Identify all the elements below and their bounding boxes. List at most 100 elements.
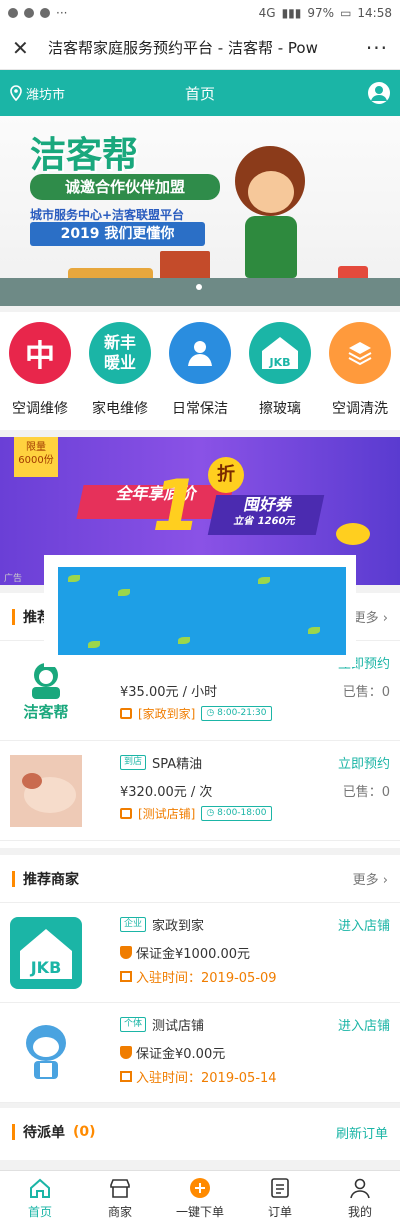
category-appliance-repair[interactable]: 新丰暖业 家电维修: [80, 312, 160, 430]
leaf-decoration: [118, 589, 130, 596]
section-accent-bar: [12, 870, 15, 887]
svg-text:洁客帮: 洁客帮: [23, 703, 68, 721]
promo-discount-badge: 折: [208, 457, 244, 493]
section-title-text: 待派单: [23, 1125, 65, 1141]
ad-label: 广告: [4, 574, 23, 584]
category-window-cleaning[interactable]: JKB 擦玻璃: [240, 312, 320, 430]
more-menu-icon[interactable]: ···: [362, 36, 388, 60]
clock: 14:58: [357, 6, 392, 20]
city-selector[interactable]: 潍坊市: [10, 84, 65, 103]
bottom-tab-bar: 首页 商家 一键下单 订单 我的: [0, 1170, 400, 1225]
carousel-indicator[interactable]: [196, 284, 202, 290]
merchant-logo: JKB: [10, 917, 82, 989]
category-label: 空调维修: [12, 401, 68, 417]
enter-store-button[interactable]: 进入店铺: [338, 1015, 390, 1034]
app-header: 潍坊市 首页: [0, 70, 400, 116]
signal-icon: ▮▮▮: [281, 6, 302, 20]
merchant-type-tag: 企业: [120, 917, 147, 932]
section-accent-bar: [12, 1124, 15, 1140]
browser-title-bar: ✕ 洁客帮家庭服务预约平台 - 洁客帮 - Pow ···: [0, 26, 400, 70]
home-icon: [30, 1178, 50, 1198]
tab-home[interactable]: 首页: [0, 1171, 80, 1225]
promo-right-text: 囤好券 立省 1260元: [207, 495, 325, 535]
banner-line3: 2019 我们更懂你: [30, 222, 205, 246]
calendar-icon: [120, 971, 132, 982]
section-title-text: 推荐商家: [23, 871, 79, 888]
coin-illustration: [336, 523, 370, 545]
promo-right-title: 囤好券: [242, 495, 295, 514]
plus-icon: [190, 1177, 210, 1198]
category-daily-cleaning[interactable]: 日常保洁: [160, 312, 240, 430]
shield-icon: [120, 1046, 132, 1059]
more-dots-icon: ···: [56, 6, 68, 20]
service-item[interactable]: 到店 SPA精油 ¥320.00元 / 次 [测试店铺] ◷ 8:00-18:0…: [0, 741, 400, 841]
person-icon: [169, 322, 231, 384]
notification-icon: [8, 8, 18, 18]
cleaner-body-illustration: [245, 216, 297, 278]
merchant-deposit: 保证金¥1000.00元: [120, 943, 250, 962]
sold-count: 已售：0: [342, 685, 390, 700]
calendar-icon: [120, 1071, 132, 1082]
city-label: 潍坊市: [26, 87, 66, 103]
promo-right-sub: 立省 1260元: [232, 516, 297, 527]
pending-orders-section: 待派单 (0) 刷新订单: [0, 1108, 400, 1160]
list-icon: [271, 1177, 289, 1198]
status-left: ···: [8, 6, 67, 20]
user-icon: [350, 1178, 370, 1198]
service-thumbnail: [10, 755, 82, 827]
section-title: 推荐商家: [12, 869, 79, 889]
status-bar: ··· 4G ▮▮▮ 97% ▭ 14:58: [0, 0, 400, 26]
merchant-name: 家政到家: [152, 919, 205, 934]
merchant-tagline: 企业 家政到家: [120, 915, 204, 934]
category-label: 日常保洁: [172, 401, 228, 417]
service-shop: [测试店铺] ◷ 8:00-18:00: [120, 805, 272, 822]
category-ac-cleaning[interactable]: 空调清洗: [320, 312, 400, 430]
book-now-button[interactable]: 立即预约: [338, 753, 390, 772]
section-header: 待派单 (0) 刷新订单: [0, 1108, 400, 1156]
leaf-decoration: [308, 627, 320, 634]
notification-icon: [40, 8, 50, 18]
banner-line2: 城市服务中心+洁客联盟平台: [30, 208, 185, 222]
shop-name[interactable]: [家政到家]: [138, 705, 195, 722]
enter-store-button[interactable]: 进入店铺: [338, 915, 390, 934]
ac-repair-icon: 中: [9, 322, 71, 384]
leaf-decoration: [68, 575, 80, 582]
tv-illustration: [160, 251, 210, 281]
promo-big-number: 1: [152, 465, 201, 547]
service-type-tag: 到店: [120, 755, 147, 770]
more-link[interactable]: 更多 ›: [353, 607, 388, 626]
category-ac-repair[interactable]: 中 空调维修: [0, 312, 80, 430]
merchant-item[interactable]: 个体 测试店铺 保证金¥0.00元 入驻时间：2019-05-14 进入店铺: [0, 1003, 400, 1103]
battery-icon: ▭: [340, 6, 352, 20]
pending-count: (0): [73, 1124, 96, 1140]
user-avatar-icon[interactable]: [368, 82, 390, 104]
hours-tag: ◷ 8:00-18:00: [201, 806, 272, 821]
browser-title: 洁客帮家庭服务预约平台 - 洁客帮 - Pow: [48, 39, 318, 57]
shop-name[interactable]: [测试店铺]: [138, 805, 195, 822]
hero-banner[interactable]: 洁客帮 诚邀合作伙伴加盟 城市服务中心+洁客联盟平台 2019 我们更懂你: [0, 116, 400, 306]
service-tagline: 到店 SPA精油: [120, 753, 202, 772]
leaf-decoration: [258, 577, 270, 584]
layers-icon: [329, 322, 391, 384]
merchant-item[interactable]: JKB 企业 家政到家 保证金¥1000.00元 入驻时间：2019-05-09…: [0, 903, 400, 1003]
more-link[interactable]: 更多 ›: [353, 869, 388, 888]
refresh-orders-button[interactable]: 刷新订单: [336, 1123, 388, 1142]
recommend-merchants-section: 推荐商家 更多 › JKB 企业 家政到家 保证金¥1000.00元 入驻时间：…: [0, 855, 400, 1103]
hours-tag: ◷ 8:00-21:30: [201, 706, 272, 721]
tab-quick-order[interactable]: 一键下单: [160, 1171, 240, 1225]
merchant-since: 入驻时间：2019-05-14: [120, 1067, 277, 1086]
category-label: 擦玻璃: [259, 401, 301, 417]
tab-profile[interactable]: 我的: [320, 1171, 400, 1225]
close-icon[interactable]: ✕: [12, 36, 38, 60]
store-icon: [110, 1178, 130, 1198]
tab-orders[interactable]: 订单: [240, 1171, 320, 1225]
network-label: 4G: [258, 6, 276, 20]
section-accent-bar: [12, 608, 15, 625]
merchant-logo: [10, 1017, 82, 1089]
svg-text:JKB: JKB: [30, 958, 62, 977]
ad-overlay[interactable]: [44, 555, 356, 667]
svg-text:JKB: JKB: [268, 356, 290, 369]
tab-merchants[interactable]: 商家: [80, 1171, 160, 1225]
section-header: 推荐商家 更多 ›: [0, 855, 400, 903]
tab-label: 一键下单: [175, 1204, 224, 1219]
